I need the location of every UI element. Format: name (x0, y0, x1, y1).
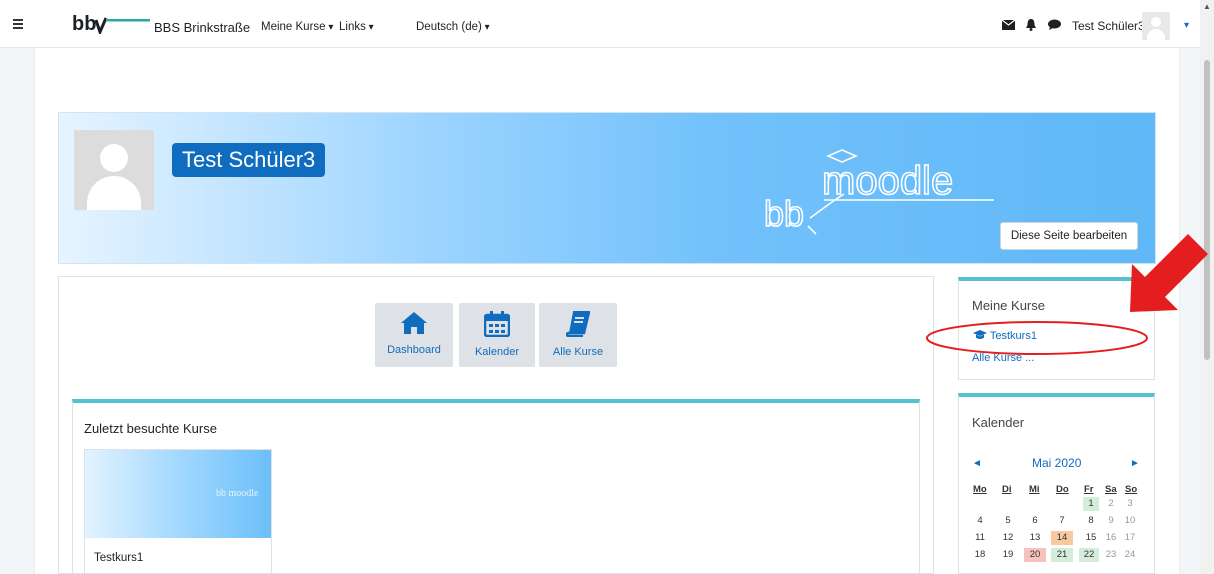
cal-day[interactable]: 1 (1083, 497, 1099, 511)
menu-meine-kurse[interactable]: Meine Kurse (261, 21, 333, 33)
cal-day[interactable]: 10 (1122, 514, 1138, 528)
cal-weekday: So (1125, 484, 1138, 495)
scrollbar-thumb[interactable] (1204, 60, 1210, 360)
tile-alle-kurse-label: Alle Kurse (552, 346, 604, 358)
tile-kalender[interactable]: Kalender (459, 303, 535, 367)
all-courses-link[interactable]: Alle Kurse ... (972, 352, 1034, 364)
course-image-logo: bb moodle (216, 488, 259, 499)
top-navbar: bb BBS Brinkstraße Meine Kurse Links Deu… (0, 0, 1214, 48)
cal-day[interactable]: 3 (1122, 497, 1138, 511)
hamburger-menu-icon[interactable] (10, 16, 30, 32)
my-courses-block (958, 277, 1155, 380)
cal-weekday: Mo (973, 484, 987, 495)
cal-day[interactable]: 9 (1103, 514, 1119, 528)
calendar-month[interactable]: Mai 2020 (1032, 456, 1081, 470)
profile-avatar (74, 130, 154, 210)
tile-dashboard[interactable]: Dashboard (375, 303, 453, 367)
my-courses-title: Meine Kurse (972, 298, 1045, 313)
cal-day[interactable]: 22 (1079, 548, 1099, 562)
svg-text:moodle: moodle (822, 159, 953, 203)
menu-language[interactable]: Deutsch (de) (416, 21, 490, 33)
svg-text:bb: bb (764, 193, 804, 234)
cal-day[interactable]: 6 (1027, 514, 1043, 528)
profile-name: Test Schüler3 (172, 143, 326, 177)
cal-day[interactable]: 19 (1000, 548, 1016, 562)
chat-bubble-icon[interactable] (1048, 19, 1061, 33)
cal-day[interactable]: 24 (1122, 548, 1138, 562)
tile-kalender-label: Kalender (474, 346, 520, 358)
cal-day[interactable]: 4 (972, 514, 988, 528)
svg-text:bb: bb (72, 14, 96, 34)
calendar-prev-icon[interactable]: ◄ (972, 458, 982, 469)
my-courses-course-link[interactable]: Testkurs1 (973, 330, 1037, 342)
cal-day[interactable]: 8 (1083, 514, 1099, 528)
cal-day[interactable]: 7 (1054, 514, 1070, 528)
calendar-icon (483, 311, 511, 338)
book-icon (565, 310, 591, 338)
cal-weekday: Sa (1105, 484, 1117, 495)
bell-icon[interactable] (1026, 19, 1036, 34)
cal-day[interactable]: 21 (1051, 548, 1073, 562)
cal-day[interactable]: 15 (1083, 531, 1099, 545)
user-avatar[interactable] (1142, 12, 1170, 40)
tile-alle-kurse[interactable]: Alle Kurse (539, 303, 617, 367)
cal-day[interactable]: 16 (1103, 531, 1119, 545)
edit-page-button[interactable]: Diese Seite bearbeiten (1000, 222, 1138, 250)
recent-courses-title: Zuletzt besuchte Kurse (84, 421, 217, 436)
cal-day[interactable]: 5 (1000, 514, 1016, 528)
cal-weekday: Do (1056, 484, 1069, 495)
cal-day[interactable]: 12 (1000, 531, 1016, 545)
home-icon (401, 312, 427, 334)
cal-weekday: Mi (1029, 484, 1040, 495)
cal-day[interactable]: 2 (1103, 497, 1119, 511)
cal-weekday: Di (1002, 484, 1012, 495)
my-courses-course-label: Testkurs1 (989, 330, 1037, 342)
cal-day[interactable]: 11 (972, 531, 988, 545)
cal-day[interactable]: 18 (972, 548, 988, 562)
calendar-next-icon[interactable]: ► (1130, 458, 1140, 469)
cal-weekday: Fr (1084, 484, 1094, 495)
course-card-name[interactable]: Testkurs1 (94, 552, 143, 564)
cal-day[interactable]: 13 (1027, 531, 1043, 545)
graduation-cap-icon (973, 330, 987, 339)
cal-day[interactable]: 20 (1024, 548, 1046, 562)
cal-day[interactable]: 23 (1103, 548, 1119, 562)
tile-dashboard-label: Dashboard (387, 344, 441, 356)
bbs-moodle-logo: bb moodle (763, 148, 1004, 243)
calendar-title: Kalender (972, 415, 1025, 430)
cal-day-today[interactable]: 14 (1051, 531, 1073, 545)
user-menu-caret-icon[interactable]: ▾ (1184, 20, 1189, 31)
site-name[interactable]: BBS Brinkstraße (154, 20, 250, 35)
cal-day[interactable]: 17 (1122, 531, 1138, 545)
menu-links[interactable]: Links (339, 21, 374, 33)
site-logo[interactable]: bb (72, 13, 150, 39)
user-menu-name[interactable]: Test Schüler3 (1072, 19, 1145, 33)
envelope-icon[interactable] (1001, 19, 1016, 33)
scroll-up-icon[interactable]: ▲ (1203, 2, 1211, 11)
